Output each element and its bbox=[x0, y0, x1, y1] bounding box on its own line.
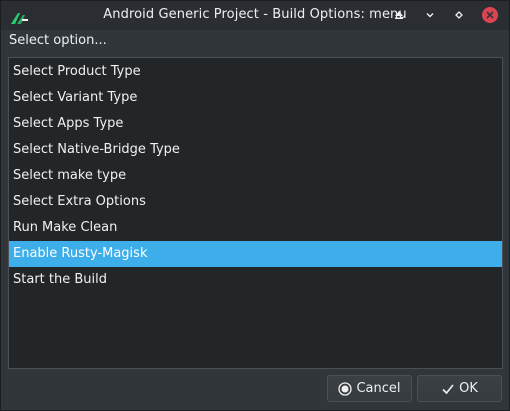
list-item[interactable]: Select make type bbox=[9, 163, 502, 189]
checkmark-icon bbox=[441, 382, 455, 396]
list-item[interactable]: Select Extra Options bbox=[9, 189, 502, 215]
keep-above-icon[interactable] bbox=[391, 7, 407, 23]
ok-button[interactable]: OK bbox=[417, 375, 502, 402]
list-item-selected[interactable]: Enable Rusty-Magisk bbox=[9, 241, 502, 267]
list-item[interactable]: Run Make Clean bbox=[9, 215, 502, 241]
title-bar[interactable]: Android Generic Project - Build Options:… bbox=[1, 1, 509, 30]
ok-button-label: OK bbox=[459, 381, 478, 396]
minimize-icon[interactable] bbox=[422, 7, 438, 23]
close-button-circle bbox=[482, 7, 498, 23]
dialog-window: Android Generic Project - Build Options:… bbox=[0, 0, 510, 411]
maximize-icon[interactable] bbox=[451, 7, 467, 23]
list-item[interactable]: Select Native-Bridge Type bbox=[9, 137, 502, 163]
list-item[interactable]: Select Apps Type bbox=[9, 111, 502, 137]
list-item[interactable]: Start the Build bbox=[9, 267, 502, 293]
close-icon[interactable] bbox=[482, 7, 498, 23]
cancel-button-label: Cancel bbox=[356, 381, 401, 396]
cancel-button[interactable]: Cancel bbox=[327, 375, 412, 402]
list-item[interactable]: Select Variant Type bbox=[9, 85, 502, 111]
prompt-label: Select option... bbox=[9, 33, 107, 48]
cancel-circle-icon bbox=[338, 381, 353, 396]
option-list[interactable]: Select Product Type Select Variant Type … bbox=[8, 57, 503, 369]
list-item[interactable]: Select Product Type bbox=[9, 59, 502, 85]
